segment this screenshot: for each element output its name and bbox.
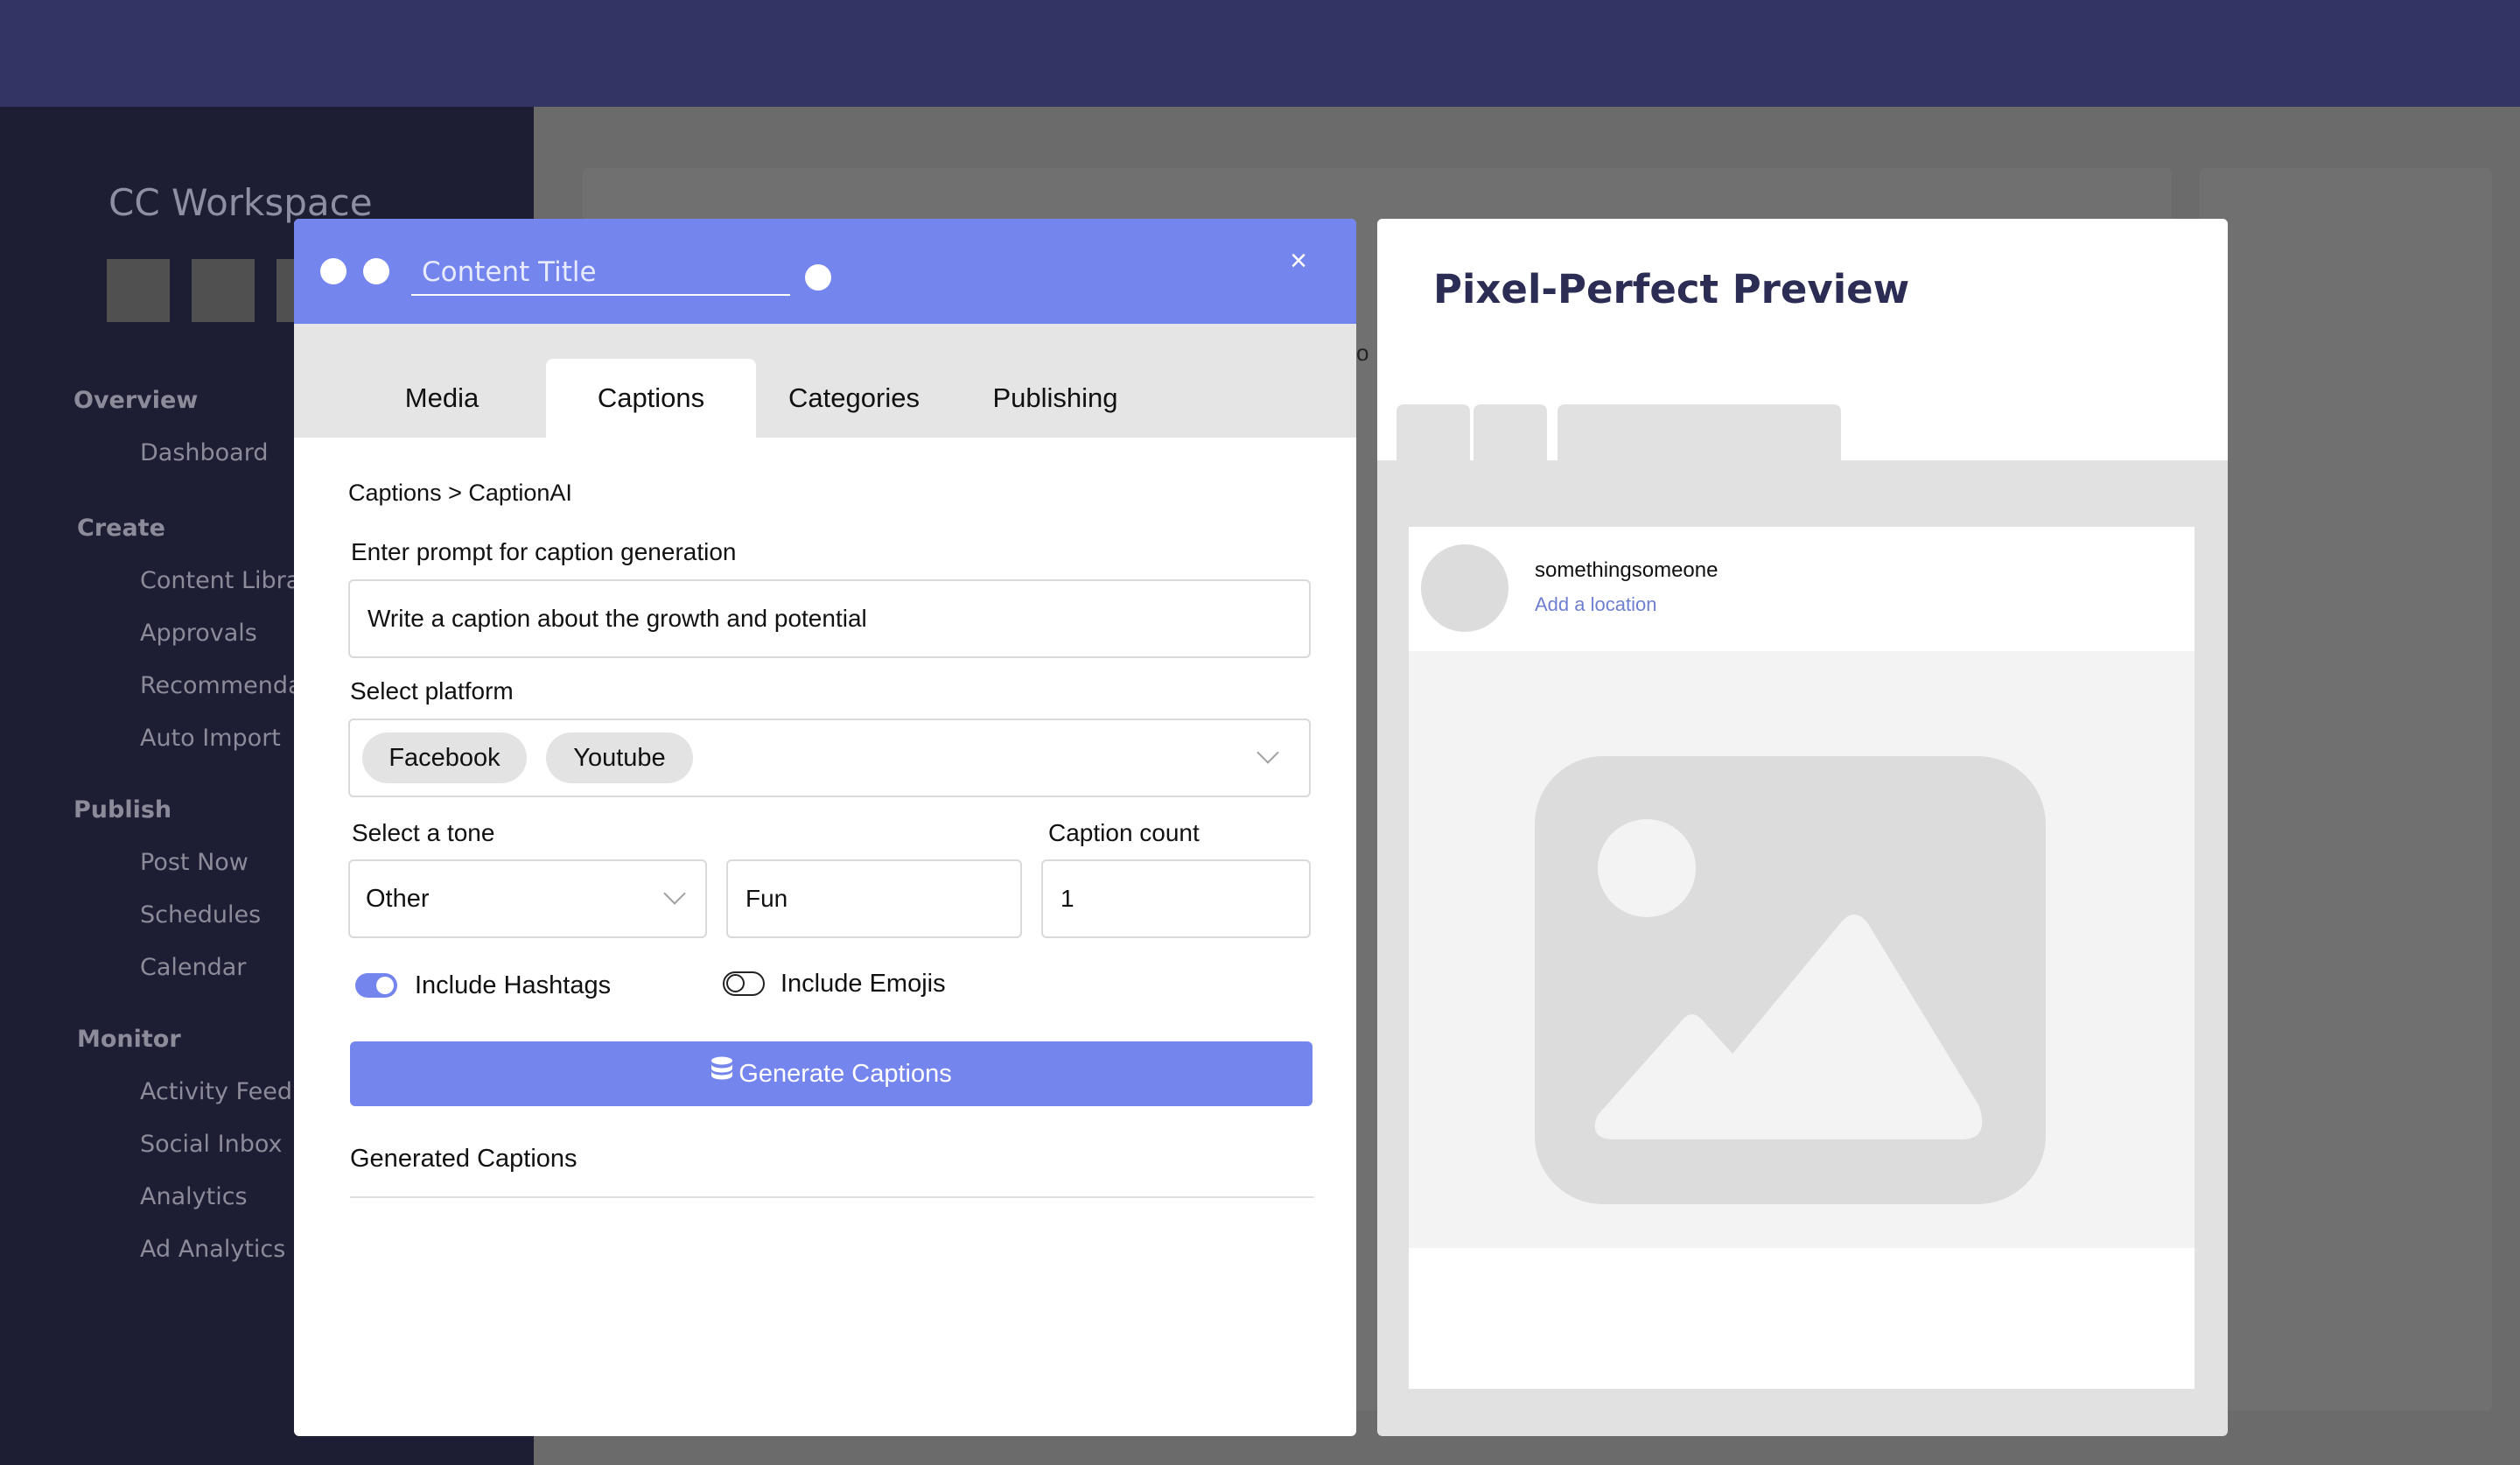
tone-select[interactable]: Other <box>348 859 707 938</box>
tab-bar: Media Captions Categories Publishing <box>294 324 1356 438</box>
platform-select[interactable]: Facebook Youtube <box>348 718 1311 797</box>
sidebar-item-social-inbox[interactable]: Social Inbox <box>140 1131 283 1158</box>
workspace-title: CC Workspace <box>108 181 373 224</box>
title-handle-dot[interactable] <box>805 264 831 291</box>
generate-captions-label: Generate Captions <box>738 1060 952 1088</box>
nav-header-monitor: Monitor <box>77 1026 181 1053</box>
sidebar-item-calendar[interactable]: Calendar <box>140 954 246 981</box>
caption-count-input[interactable] <box>1041 859 1311 938</box>
stray-text: o <box>1356 340 1369 366</box>
prompt-label: Enter prompt for caption generation <box>351 538 737 565</box>
sidebar-item-schedules[interactable]: Schedules <box>140 901 261 929</box>
hashtags-label: Include Hashtags <box>415 971 612 999</box>
modal-header: × <box>294 219 1356 324</box>
preview-panel: Pixel-Perfect Preview somethingsomeone A… <box>1377 219 2228 1436</box>
sidebar-item-content-library[interactable]: Content Libra <box>140 567 300 594</box>
platform-chip-youtube[interactable]: Youtube <box>546 732 693 783</box>
sidebar-item-post-now[interactable]: Post Now <box>140 849 248 876</box>
avatar <box>1421 544 1508 632</box>
preview-tab[interactable] <box>1396 404 1470 460</box>
custom-tone-input[interactable] <box>726 859 1022 938</box>
image-placeholder-icon <box>1535 756 2046 1204</box>
breadcrumb: Captions > CaptionAI <box>348 480 572 506</box>
background-card <box>2200 168 2492 1411</box>
generated-captions-heading: Generated Captions <box>350 1145 578 1173</box>
sidebar-item-dashboard[interactable]: Dashboard <box>140 439 268 466</box>
hashtags-toggle[interactable] <box>355 973 397 998</box>
prompt-input[interactable] <box>348 579 1311 658</box>
sidebar-item-auto-import[interactable]: Auto Import <box>140 725 281 752</box>
nav-header-publish: Publish <box>74 796 172 824</box>
tone-selected-value: Other <box>366 885 430 913</box>
caption-count-label: Caption count <box>1048 819 1200 846</box>
content-editor-modal: × Media Captions Categories Publishing C… <box>294 219 1356 1436</box>
tab-categories[interactable]: Categories <box>766 359 942 438</box>
window-dot[interactable] <box>363 258 389 284</box>
chevron-down-icon[interactable] <box>663 882 686 905</box>
add-location-link[interactable]: Add a location <box>1535 593 1656 616</box>
tab-captions[interactable]: Captions <box>546 359 756 438</box>
sidebar-item-activity-feed[interactable]: Activity Feed <box>140 1078 292 1105</box>
preview-title: Pixel-Perfect Preview <box>1433 266 1910 312</box>
nav-header-create: Create <box>77 515 165 542</box>
tab-publishing[interactable]: Publishing <box>968 359 1143 438</box>
divider <box>350 1196 1314 1198</box>
preview-tab[interactable] <box>1558 404 1841 460</box>
preview-tab[interactable] <box>1474 404 1547 460</box>
sidebar-item-recommendations[interactable]: Recommenda <box>140 672 303 699</box>
chevron-down-icon[interactable] <box>1256 741 1279 764</box>
sidebar-item-analytics[interactable]: Analytics <box>140 1183 248 1210</box>
sidebar-item-ad-analytics[interactable]: Ad Analytics <box>140 1236 285 1263</box>
platform-chip-facebook[interactable]: Facebook <box>362 732 527 783</box>
emojis-label: Include Emojis <box>780 970 946 998</box>
tab-media[interactable]: Media <box>350 359 534 438</box>
preview-header: Pixel-Perfect Preview <box>1377 219 2228 460</box>
sidebar-item-approvals[interactable]: Approvals <box>140 620 257 647</box>
generate-captions-button[interactable]: Generate Captions <box>350 1041 1312 1106</box>
top-bar <box>0 0 2520 107</box>
workspace-avatar[interactable] <box>192 259 255 322</box>
post-username: somethingsomeone <box>1535 558 1718 582</box>
window-dot[interactable] <box>320 258 346 284</box>
database-icon <box>710 1042 733 1107</box>
emojis-toggle[interactable] <box>723 971 765 996</box>
workspace-avatar[interactable] <box>107 259 170 322</box>
close-button[interactable]: × <box>1279 242 1318 280</box>
tone-label: Select a tone <box>352 819 495 846</box>
post-preview-card: somethingsomeone Add a location <box>1409 527 2194 1389</box>
nav-header-overview: Overview <box>74 387 199 414</box>
platform-label: Select platform <box>350 677 514 704</box>
post-media-area <box>1409 651 2194 1248</box>
content-title-input[interactable] <box>411 250 790 296</box>
